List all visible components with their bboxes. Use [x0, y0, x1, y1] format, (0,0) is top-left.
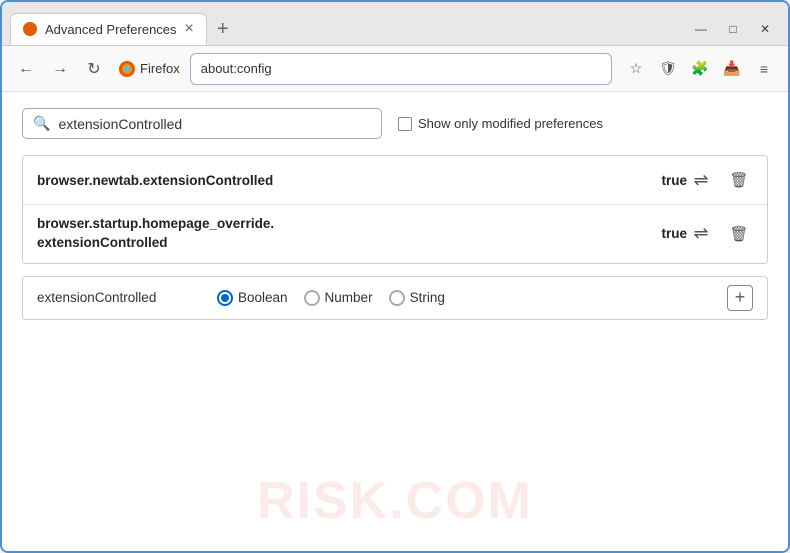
- delete-button-2[interactable]: [725, 220, 753, 248]
- browser-name: Firefox: [140, 61, 180, 76]
- tab-favicon: [23, 22, 37, 36]
- pref-value-1: true: [653, 173, 687, 188]
- radio-number-circle: [304, 290, 320, 306]
- firefox-icon: [118, 60, 136, 78]
- tab-bar: Advanced Preferences × + — □ ✕: [2, 2, 788, 46]
- forward-button[interactable]: →: [46, 55, 74, 83]
- reset-button-2[interactable]: [687, 220, 715, 248]
- results-table: browser.newtab.extensionControlled true …: [22, 155, 768, 264]
- minimize-button[interactable]: —: [686, 17, 716, 41]
- reload-button[interactable]: ↻: [80, 55, 108, 83]
- search-input[interactable]: [58, 116, 371, 132]
- shield-icon[interactable]: 🛡: [654, 55, 682, 83]
- bookmark-icon[interactable]: ☆: [622, 55, 650, 83]
- watermark: RISK.COM: [257, 471, 533, 531]
- add-pref-name: extensionControlled: [37, 290, 197, 305]
- search-icon: 🔍: [33, 115, 50, 132]
- radio-group: Boolean Number String: [217, 290, 707, 306]
- nav-icons: ☆ 🛡 🧩 📥 ≡: [622, 55, 778, 83]
- search-row: 🔍 Show only modified preferences: [22, 108, 768, 139]
- row-actions-1: [687, 166, 753, 194]
- address-text: about:config: [201, 61, 272, 76]
- downloads-icon[interactable]: 📥: [718, 55, 746, 83]
- row-actions-2: [687, 220, 753, 248]
- radio-number[interactable]: Number: [304, 290, 373, 306]
- tab-title: Advanced Preferences: [45, 22, 177, 37]
- pref-name-2-line1: browser.startup.homepage_override.: [37, 215, 653, 234]
- table-row[interactable]: browser.startup.homepage_override. exten…: [23, 205, 767, 263]
- back-button[interactable]: ←: [12, 55, 40, 83]
- menu-icon[interactable]: ≡: [750, 55, 778, 83]
- add-pref-button[interactable]: +: [727, 285, 753, 311]
- show-modified-checkbox[interactable]: [398, 117, 412, 131]
- radio-string[interactable]: String: [389, 290, 445, 306]
- search-box[interactable]: 🔍: [22, 108, 382, 139]
- new-tab-button[interactable]: +: [211, 13, 235, 45]
- radio-boolean-dot: [221, 294, 229, 302]
- reset-button-1[interactable]: [687, 166, 715, 194]
- radio-number-label: Number: [325, 290, 373, 305]
- firefox-logo: Firefox: [118, 60, 180, 78]
- radio-string-label: String: [410, 290, 445, 305]
- radio-boolean-circle: [217, 290, 233, 306]
- pref-name-2-line2: extensionControlled: [37, 234, 653, 253]
- pref-value-2: true: [653, 226, 687, 241]
- show-modified-text: Show only modified preferences: [418, 116, 603, 131]
- active-tab[interactable]: Advanced Preferences ×: [10, 13, 207, 45]
- delete-button-1[interactable]: [725, 166, 753, 194]
- page-content: 🔍 Show only modified preferences browser…: [2, 92, 788, 551]
- show-modified-label[interactable]: Show only modified preferences: [398, 116, 603, 131]
- browser-window: Advanced Preferences × + — □ ✕ ← → ↻ Fir…: [0, 0, 790, 553]
- tab-close-button[interactable]: ×: [185, 21, 194, 37]
- pref-name-2: browser.startup.homepage_override. exten…: [37, 215, 653, 253]
- radio-boolean[interactable]: Boolean: [217, 290, 288, 306]
- add-pref-row: extensionControlled Boolean Number Strin…: [22, 276, 768, 320]
- window-controls: — □ ✕: [686, 17, 780, 45]
- extension-icon[interactable]: 🧩: [686, 55, 714, 83]
- radio-boolean-label: Boolean: [238, 290, 288, 305]
- maximize-button[interactable]: □: [718, 17, 748, 41]
- pref-name-1: browser.newtab.extensionControlled: [37, 173, 653, 188]
- address-bar[interactable]: about:config: [190, 53, 612, 85]
- radio-string-circle: [389, 290, 405, 306]
- nav-bar: ← → ↻ Firefox about:config ☆ 🛡 🧩 📥 ≡: [2, 46, 788, 92]
- close-button[interactable]: ✕: [750, 17, 780, 41]
- table-row[interactable]: browser.newtab.extensionControlled true: [23, 156, 767, 205]
